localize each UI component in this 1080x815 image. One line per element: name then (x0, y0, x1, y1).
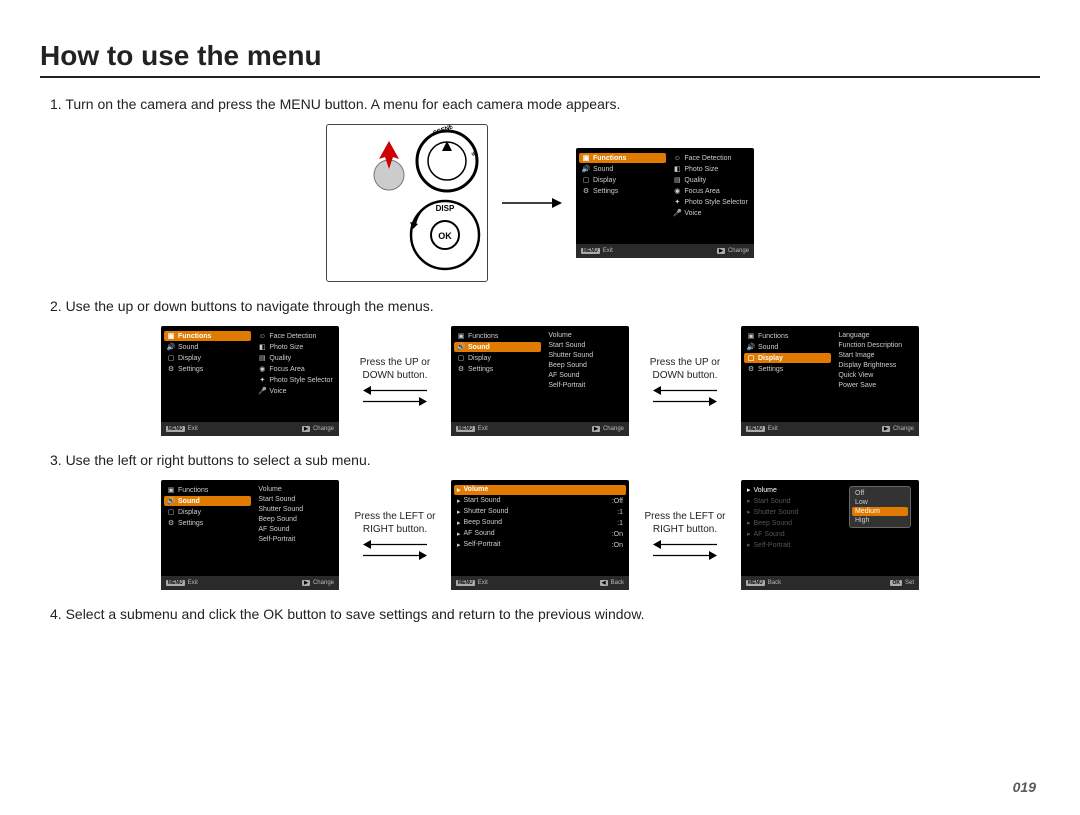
display-icon: ▢ (582, 176, 590, 184)
camera-icon: ▣ (582, 154, 590, 162)
between-leftright-1: Press the LEFT or RIGHT button. (353, 510, 437, 560)
step-2-text: 2. Use the up or down buttons to navigat… (50, 298, 1040, 314)
step-2-figures: ▣Functions 🔊Sound ▢Display ⚙Settings ☺Fa… (40, 326, 1040, 436)
lcd-volume-popup: ▸Volume ▸Start Sound ▸Shutter Sound ▸Bee… (741, 480, 919, 590)
svg-text:DISP: DISP (436, 204, 455, 213)
step-3-figures: ▣Functions 🔊Sound ▢Display ⚙Settings Vol… (40, 480, 1040, 590)
settings-icon: ⚙ (582, 187, 590, 195)
lcd-sound-2: ▣Functions 🔊Sound ▢Display ⚙Settings Vol… (161, 480, 339, 590)
step-3-text: 3. Use the left or right buttons to sele… (50, 452, 1040, 468)
simple-arrow-right (502, 197, 562, 209)
step-4-text: 4. Select a submenu and click the OK but… (50, 606, 1040, 622)
between-updown-2: Press the UP or DOWN button. (643, 356, 727, 406)
step-1-text: 1. Turn on the camera and press the MENU… (50, 96, 1040, 112)
page-title: How to use the menu (40, 40, 1040, 78)
lcd-functions: ▣Functions 🔊Sound ▢Display ⚙Settings ☺Fa… (576, 148, 754, 258)
lcd-functions-2: ▣Functions 🔊Sound ▢Display ⚙Settings ☺Fa… (161, 326, 339, 436)
step-1-figures: SCENE S OK DISP ▣Functions (40, 124, 1040, 282)
page-number: 019 (1013, 779, 1036, 795)
camera-illustration: SCENE S OK DISP (326, 124, 488, 282)
between-leftright-2: Press the LEFT or RIGHT button. (643, 510, 727, 560)
lcd-sound-detail: ▸VolumeMedium ▸Start Sound:Off ▸Shutter … (451, 480, 629, 590)
svg-text:OK: OK (438, 231, 452, 241)
sound-icon: 🔊 (582, 165, 590, 173)
volume-options-popup: Off Low Medium High (849, 486, 911, 528)
between-updown-1: Press the UP or DOWN button. (353, 356, 437, 406)
lcd-sound: ▣Functions 🔊Sound ▢Display ⚙Settings Vol… (451, 326, 629, 436)
lcd-display: ▣Functions 🔊Sound ▢Display ⚙Settings Lan… (741, 326, 919, 436)
